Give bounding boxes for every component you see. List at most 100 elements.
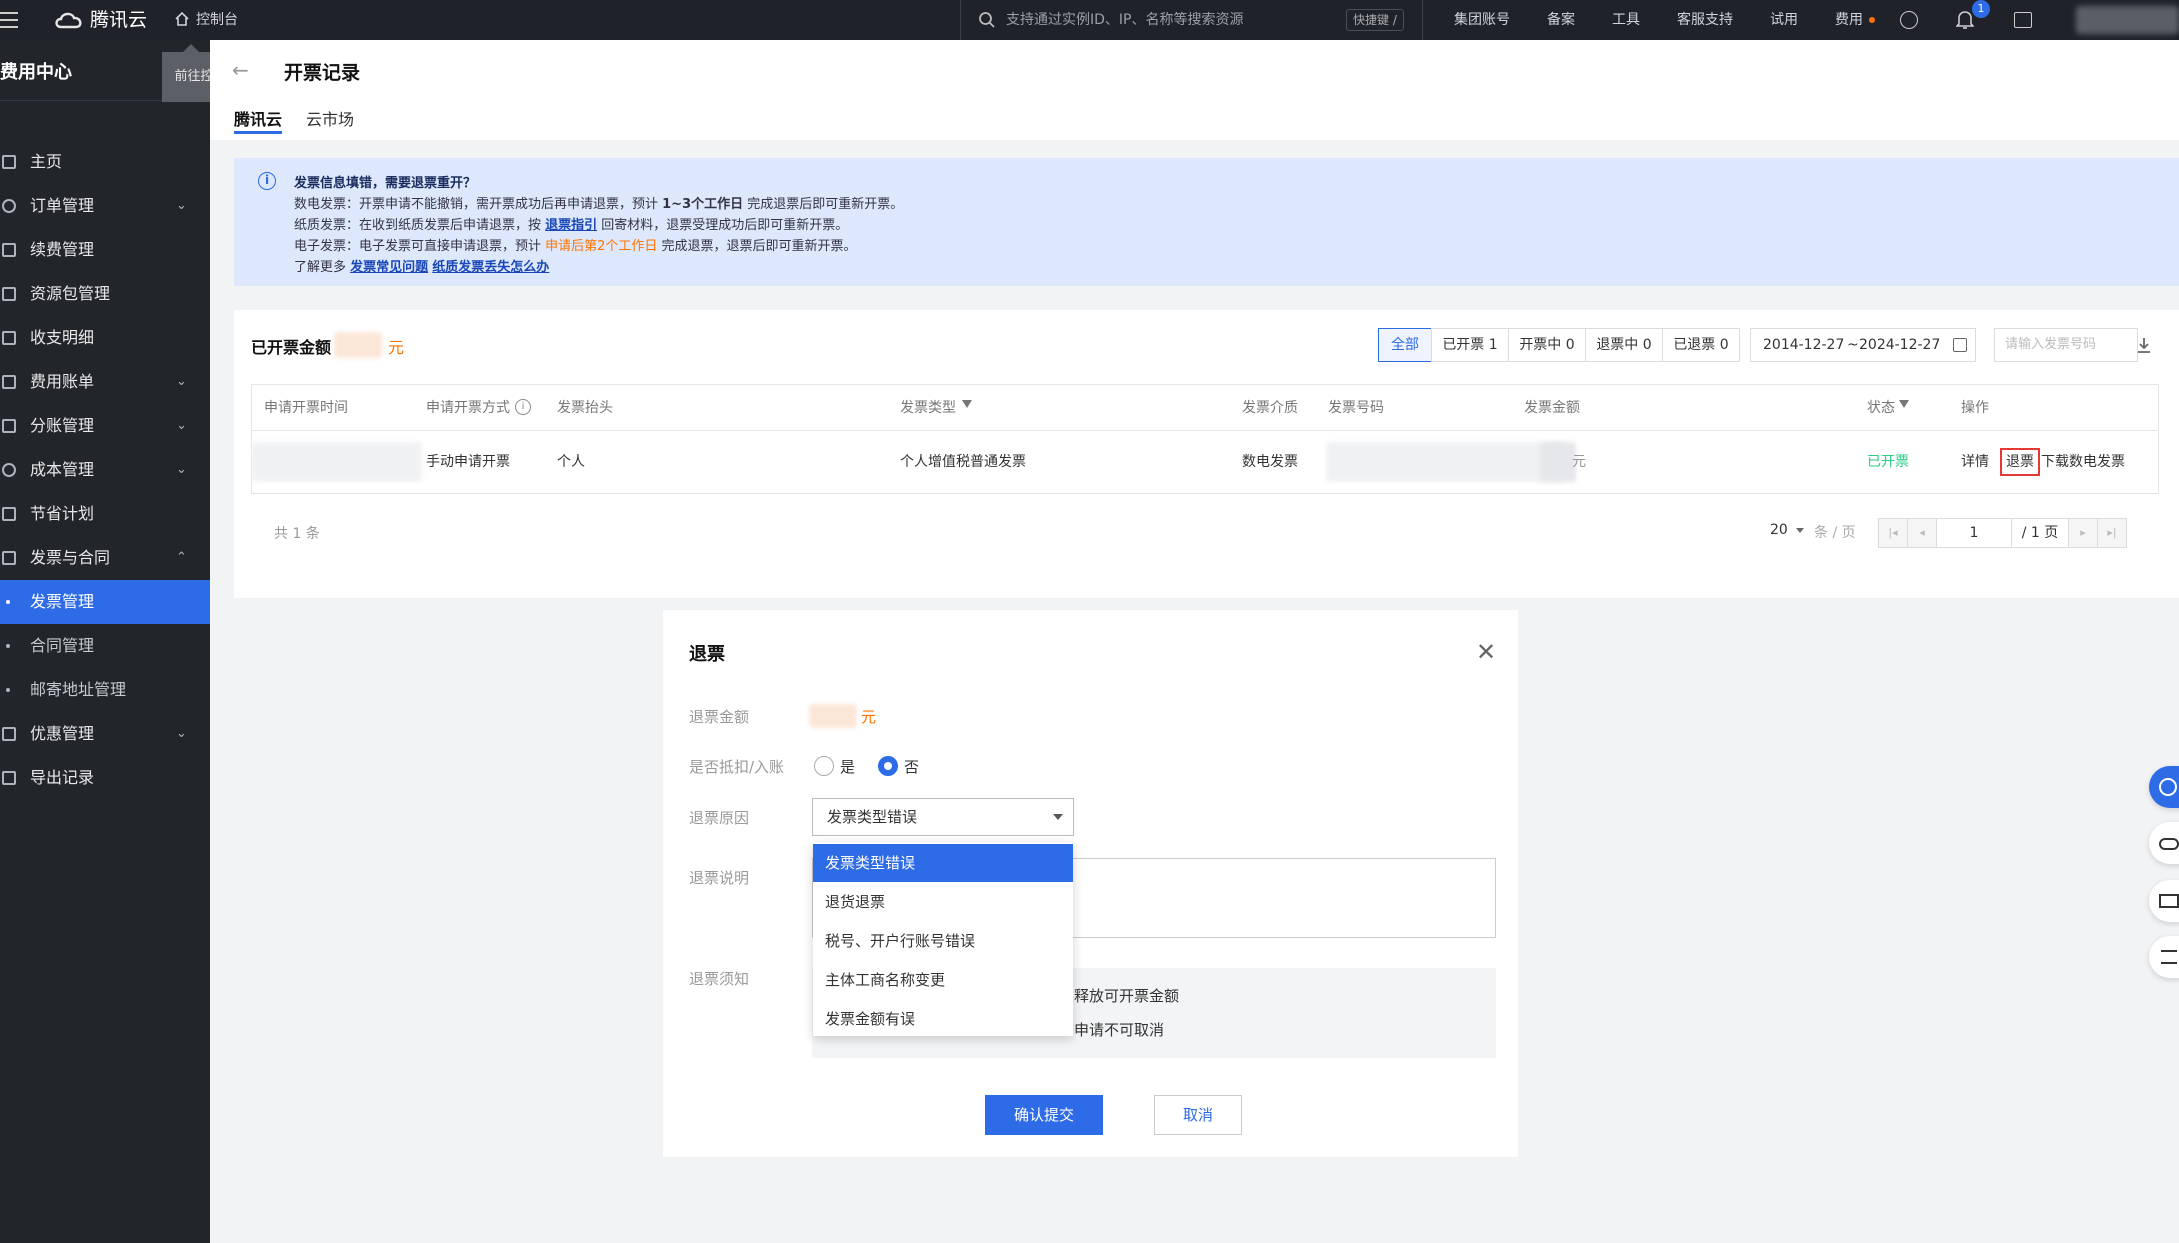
nav-billing[interactable]: 费用 [1835, 0, 1863, 40]
prev-page-button[interactable]: ◂ [1907, 518, 1937, 548]
cancel-button[interactable]: 取消 [1154, 1095, 1242, 1135]
radio-no[interactable] [878, 756, 898, 776]
col-invoice-amount: 发票金额 [1524, 400, 1580, 416]
global-search-input[interactable]: 支持通过实例ID、IP、名称等搜索资源 [1006, 0, 1243, 40]
dropdown-option[interactable]: 发票金额有误 [813, 1000, 1073, 1038]
home-icon[interactable] [174, 11, 190, 31]
refund-link[interactable]: 退票 [2000, 448, 2040, 476]
sidebar-item-mailing-address[interactable]: 邮寄地址管理 [0, 668, 210, 712]
radio-yes[interactable] [814, 756, 834, 776]
lost-paper-invoice-link[interactable]: 纸质发票丢失怎么办 [432, 260, 549, 275]
apply-method-value: 手动申请开票 [426, 454, 510, 470]
sidebar-item-discounts[interactable]: 优惠管理 ⌄ [0, 712, 210, 756]
menu-icon[interactable] [0, 12, 18, 28]
sidebar: 费用中心 主页 订单管理 ⌄ 续费管理 资源包管理 收支明细 费用账单 ⌄ 分账管理… [0, 40, 210, 1243]
download-icon[interactable] [2136, 336, 2152, 358]
last-page-button[interactable]: ▸| [2097, 518, 2127, 548]
sidebar-item-bills[interactable]: 费用账单 ⌄ [0, 360, 210, 404]
invoice-number-search-input[interactable]: 请输入发票号码 [1994, 328, 2138, 362]
filter-refunding[interactable]: 退票中 0 [1585, 328, 1663, 362]
invoiced-amount-value [334, 332, 382, 358]
help-circle-icon[interactable] [1900, 11, 1918, 29]
caret-down-icon [1796, 527, 1805, 533]
deduct-label: 是否抵扣/入账 [689, 758, 785, 776]
sidebar-item-savings[interactable]: 节省计划 [0, 492, 210, 536]
refund-reason-select[interactable]: 发票类型错误 [812, 798, 1074, 836]
filter-invoicing[interactable]: 开票中 0 [1508, 328, 1586, 362]
chevron-down-icon: ⌄ [176, 418, 187, 433]
sidebar-item-renewal[interactable]: 续费管理 [0, 228, 210, 272]
dropdown-option[interactable]: 主体工商名称变更 [813, 961, 1073, 999]
back-arrow-icon[interactable]: ← [232, 58, 249, 82]
topbar-divider [1422, 0, 1423, 40]
notice-text: 回寄材料，退票受理成功后即可重新开票。 [597, 218, 849, 233]
refund-guide-link[interactable]: 退票指引 [545, 218, 597, 233]
sidebar-item-home[interactable]: 主页 [0, 140, 210, 184]
sidebar-item-resource-packs[interactable]: 资源包管理 [0, 272, 210, 316]
active-tab-indicator [234, 131, 282, 134]
info-circle-icon[interactable]: i [515, 399, 531, 415]
sidebar-item-invoice-contract[interactable]: 发票与合同 ⌃ [0, 536, 210, 580]
notice-heading: 发票信息填错，需要退票重开？ [294, 176, 477, 191]
tab-cloud-market[interactable]: 云市场 [306, 106, 354, 130]
sidebar-item-split[interactable]: 分账管理 ⌄ [0, 404, 210, 448]
chevron-down-icon: ⌄ [176, 198, 187, 213]
sidebar-item-invoice-management[interactable]: 发票管理 [0, 580, 210, 624]
tab-tencent-cloud[interactable]: 腾讯云 [234, 106, 282, 130]
avatar[interactable] [2076, 6, 2179, 34]
sidebar-item-orders[interactable]: 订单管理 ⌄ [0, 184, 210, 228]
brand-name[interactable]: 腾讯云 [90, 0, 147, 40]
page-title: 开票记录 [284, 62, 361, 84]
yen-circle-icon [2, 199, 16, 213]
details-link[interactable]: 详情 [1961, 452, 1989, 472]
nav-trial[interactable]: 试用 [1770, 0, 1798, 40]
filter-refunded[interactable]: 已退票 0 [1662, 328, 1740, 362]
dropdown-option[interactable]: 发票类型错误 [813, 844, 1073, 882]
col-invoice-number: 发票号码 [1328, 400, 1384, 416]
notice-text: 纸质发票：在收到纸质发票后申请退票，按 [294, 218, 546, 233]
first-page-button[interactable]: |◂ [1878, 518, 1908, 548]
sidebar-item-contracts[interactable]: 合同管理 [0, 624, 210, 668]
dropdown-option[interactable]: 税号、开户行账号错误 [813, 922, 1073, 960]
sidebar-item-exports[interactable]: 导出记录 [0, 756, 210, 800]
page-total-text: / 1 页 [2021, 525, 2059, 541]
calendar-icon [1953, 338, 1967, 352]
cart-icon[interactable] [2014, 12, 2032, 28]
notification-badge: 1 [1972, 0, 1990, 18]
date-range-picker[interactable]: 2014-12-27 ~ 2024-12-27 [1750, 328, 1976, 362]
filter-all[interactable]: 全部 [1378, 328, 1432, 362]
page-size-select[interactable]: 20 [1770, 522, 1805, 538]
next-page-button[interactable]: ▸ [2068, 518, 2098, 548]
notice-text: 了解更多 [294, 260, 351, 275]
nav-tools[interactable]: 工具 [1612, 0, 1640, 40]
download-digital-invoice-link[interactable]: 下载数电发票 [2041, 452, 2125, 472]
cube-icon [2, 287, 16, 301]
nav-group-account[interactable]: 集团账号 [1454, 0, 1510, 40]
export-icon [2, 771, 16, 785]
filter-invoiced[interactable]: 已开票 1 [1431, 328, 1509, 362]
sidebar-item-transactions[interactable]: 收支明细 [0, 316, 210, 360]
page-number-input[interactable]: 1 [1936, 518, 2012, 548]
confirm-submit-button[interactable]: 确认提交 [985, 1095, 1103, 1135]
billing-dot-icon [1869, 17, 1875, 23]
nav-filing[interactable]: 备案 [1547, 0, 1575, 40]
col-actions: 操作 [1961, 400, 1989, 416]
search-icon [978, 11, 996, 33]
console-link[interactable]: 控制台 [196, 0, 238, 40]
list-menu-icon [2161, 950, 2177, 964]
date-start: 2014-12-27 [1763, 337, 1845, 353]
nav-support[interactable]: 客服支持 [1677, 0, 1733, 40]
chevron-down-icon: ⌄ [176, 462, 187, 477]
sidebar-item-cost[interactable]: 成本管理 ⌄ [0, 448, 210, 492]
filter-funnel-icon[interactable] [962, 400, 972, 408]
cloud-logo-icon[interactable] [54, 10, 84, 34]
invoice-faq-link[interactable]: 发票常见问题 [350, 260, 428, 275]
radio-yes-label[interactable]: 是 [840, 756, 855, 777]
filter-funnel-icon[interactable] [1899, 400, 1909, 408]
close-icon[interactable]: ✕ [1476, 640, 1496, 664]
radio-no-label[interactable]: 否 [904, 756, 919, 777]
pie-icon [2, 463, 16, 477]
notice-line-more: 了解更多 发票常见问题 纸质发票丢失怎么办 [294, 256, 549, 275]
bell-icon[interactable] [1955, 10, 1975, 34]
dropdown-option[interactable]: 退货退票 [813, 883, 1073, 921]
